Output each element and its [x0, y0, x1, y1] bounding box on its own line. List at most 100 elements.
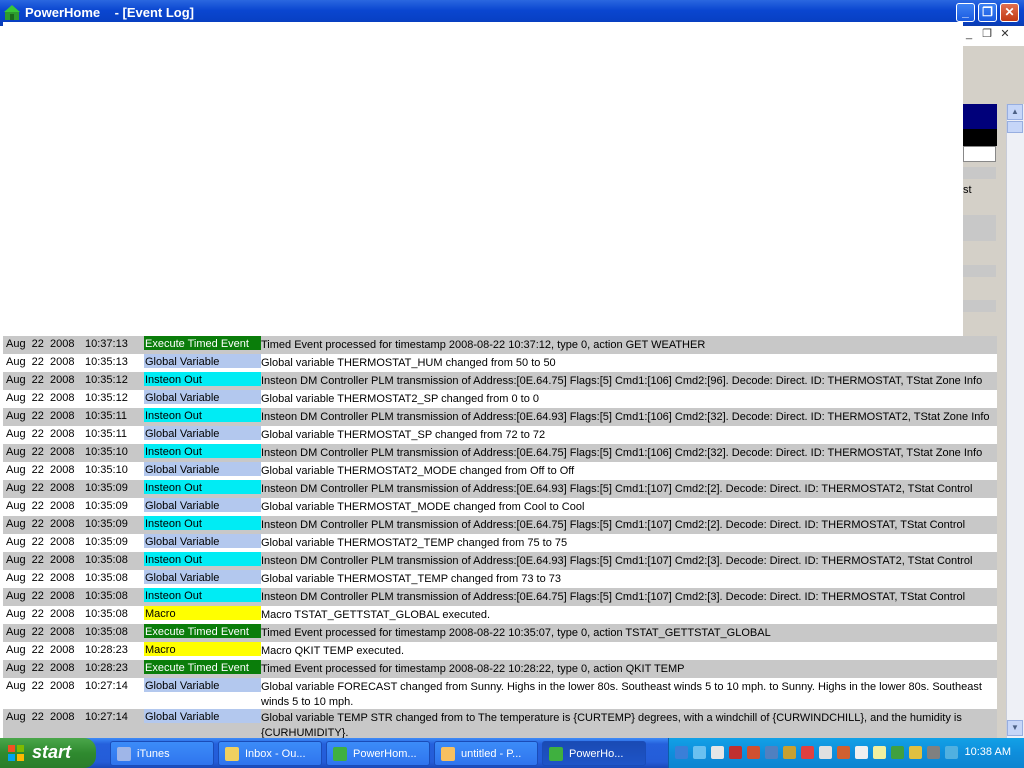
log-row[interactable]: Aug 22 2008 10:35:09 Insteon Out Insteon DM…: [3, 480, 997, 498]
log-row[interactable]: Aug 22 2008 10:27:14 Global Variable Global…: [3, 709, 997, 740]
log-date: Aug 22 2008: [6, 338, 75, 350]
tray-app-icon[interactable]: [729, 746, 742, 759]
header-strip-black: [963, 129, 997, 146]
log-message: Global variable FORECAST changed from Su…: [261, 681, 982, 708]
mdi-controls: _ ❐ ✕: [960, 27, 1024, 45]
taskbar-app-icon: [549, 747, 563, 761]
tray-app-icon[interactable]: [837, 746, 850, 759]
log-row[interactable]: Aug 22 2008 10:35:12 Insteon Out Insteon DM…: [3, 372, 997, 390]
taskbar-item[interactable]: untitled - P...: [434, 741, 538, 766]
log-date: Aug 22 2008: [6, 554, 75, 566]
log-row[interactable]: Aug 22 2008 10:28:23 Execute Timed Event Ti…: [3, 660, 997, 678]
log-row[interactable]: Aug 22 2008 10:35:08 Macro Macro TSTAT_GETT…: [3, 606, 997, 624]
vertical-scrollbar[interactable]: ▲ ▼: [1006, 104, 1024, 738]
powerhome-app-icon[interactable]: [4, 5, 20, 21]
taskbar-app-icon: [441, 747, 455, 761]
log-date: Aug 22 2008: [6, 500, 75, 512]
log-date: Aug 22 2008: [6, 374, 75, 386]
log-date: Aug 22 2008: [6, 626, 75, 638]
taskbar-item-label: untitled - P...: [461, 748, 522, 760]
log-type-badge: Macro: [144, 642, 261, 656]
tray-app-icon[interactable]: [819, 746, 832, 759]
input-field-partial[interactable]: [963, 146, 996, 162]
taskbar-item[interactable]: iTunes: [110, 741, 214, 766]
log-type-badge: Global Variable: [144, 390, 261, 404]
log-type-badge: Insteon Out: [144, 480, 261, 494]
tray-app-icon[interactable]: [909, 746, 922, 759]
network-icon[interactable]: [675, 746, 688, 759]
log-row[interactable]: Aug 22 2008 10:35:08 Execute Timed Event Ti…: [3, 624, 997, 642]
log-row[interactable]: Aug 22 2008 10:35:09 Insteon Out Insteon DM…: [3, 516, 997, 534]
tray-app-icon[interactable]: [855, 746, 868, 759]
log-row[interactable]: Aug 22 2008 10:35:13 Global Variable Global…: [3, 354, 997, 372]
log-message: Insteon DM Controller PLM transmission o…: [261, 375, 983, 387]
maximize-button[interactable]: ❐: [978, 3, 997, 22]
mdi-restore-button[interactable]: ❐: [978, 27, 996, 40]
log-date: Aug 22 2008: [6, 590, 75, 602]
log-type-badge: Global Variable: [144, 570, 261, 584]
log-row[interactable]: Aug 22 2008 10:35:10 Global Variable Global…: [3, 462, 997, 480]
log-message: Global variable THERMOSTAT2_MODE changed…: [261, 465, 575, 477]
log-row[interactable]: Aug 22 2008 10:35:09 Global Variable Global…: [3, 534, 997, 552]
log-type-badge: Execute Timed Event: [144, 660, 261, 674]
scroll-up-button[interactable]: ▲: [1007, 104, 1023, 120]
log-message: Timed Event processed for timestamp 2008…: [261, 663, 685, 675]
taskbar-item[interactable]: PowerHo...: [542, 741, 646, 766]
log-message: Insteon DM Controller PLM transmission o…: [261, 591, 966, 603]
log-date: Aug 22 2008: [6, 392, 75, 404]
log-message: Timed Event processed for timestamp 2008…: [261, 627, 771, 639]
log-row[interactable]: Aug 22 2008 10:35:11 Insteon Out Insteon DM…: [3, 408, 997, 426]
tray-app-icon[interactable]: [801, 746, 814, 759]
tray-app-icon[interactable]: [711, 746, 724, 759]
scroll-down-button[interactable]: ▼: [1007, 720, 1023, 736]
log-message: Global variable TEMP STR changed from to…: [261, 712, 962, 739]
log-time: 10:35:08: [85, 572, 128, 584]
taskbar-app-icon: [117, 747, 131, 761]
log-type-badge: Macro: [144, 606, 261, 620]
tray-app-icon[interactable]: [891, 746, 904, 759]
mdi-close-button[interactable]: ✕: [996, 27, 1014, 40]
taskbar-item[interactable]: PowerHom...: [326, 741, 430, 766]
log-row[interactable]: Aug 22 2008 10:35:08 Insteon Out Insteon DM…: [3, 552, 997, 570]
minimize-button[interactable]: _: [956, 3, 975, 22]
tray-app-icon[interactable]: [783, 746, 796, 759]
tray-app-icon[interactable]: [747, 746, 760, 759]
log-row[interactable]: Aug 22 2008 10:28:23 Macro Macro QKIT TEMP …: [3, 642, 997, 660]
log-time: 10:35:12: [85, 374, 128, 386]
log-message: Macro QKIT TEMP executed.: [261, 645, 405, 657]
log-row[interactable]: Aug 22 2008 10:35:10 Insteon Out Insteon DM…: [3, 444, 997, 462]
log-row[interactable]: Aug 22 2008 10:35:12 Global Variable Global…: [3, 390, 997, 408]
log-date: Aug 22 2008: [6, 518, 75, 530]
volume-icon[interactable]: [873, 746, 886, 759]
taskbar-item[interactable]: Inbox - Ou...: [218, 741, 322, 766]
tray-app-icon[interactable]: [765, 746, 778, 759]
tray-app-icon[interactable]: [693, 746, 706, 759]
tray-app-icon[interactable]: [927, 746, 940, 759]
log-time: 10:35:08: [85, 608, 128, 620]
start-button[interactable]: start: [0, 738, 96, 768]
log-time: 10:35:11: [85, 428, 128, 440]
log-time: 10:28:23: [85, 644, 128, 656]
log-row[interactable]: Aug 22 2008 10:35:08 Insteon Out Insteon DM…: [3, 588, 997, 606]
close-button[interactable]: ✕: [1000, 3, 1019, 22]
log-row[interactable]: Aug 22 2008 10:27:14 Global Variable Global…: [3, 678, 997, 709]
clock: 10:38 AM: [964, 746, 1011, 758]
log-row[interactable]: Aug 22 2008 10:35:11 Global Variable Global…: [3, 426, 997, 444]
log-date: Aug 22 2008: [6, 428, 75, 440]
tray-app-icon[interactable]: [945, 746, 958, 759]
log-time: 10:35:09: [85, 536, 128, 548]
log-date: Aug 22 2008: [6, 680, 75, 692]
log-time: 10:35:10: [85, 464, 128, 476]
window-title: PowerHome - [Event Log]: [25, 5, 195, 20]
log-row[interactable]: Aug 22 2008 10:35:08 Global Variable Global…: [3, 570, 997, 588]
scroll-thumb[interactable]: [1007, 121, 1023, 133]
log-type-badge: Insteon Out: [144, 552, 261, 566]
log-time: 10:35:13: [85, 356, 128, 368]
log-date: Aug 22 2008: [6, 410, 75, 422]
taskbar-app-icon: [225, 747, 239, 761]
log-time: 10:35:11: [85, 410, 128, 422]
log-date: Aug 22 2008: [6, 608, 75, 620]
log-row[interactable]: Aug 22 2008 10:35:09 Global Variable Global…: [3, 498, 997, 516]
log-row[interactable]: Aug 22 2008 10:37:13 Execute Timed Event Ti…: [3, 336, 997, 354]
log-message: Global variable THERMOSTAT_SP changed fr…: [261, 429, 546, 441]
